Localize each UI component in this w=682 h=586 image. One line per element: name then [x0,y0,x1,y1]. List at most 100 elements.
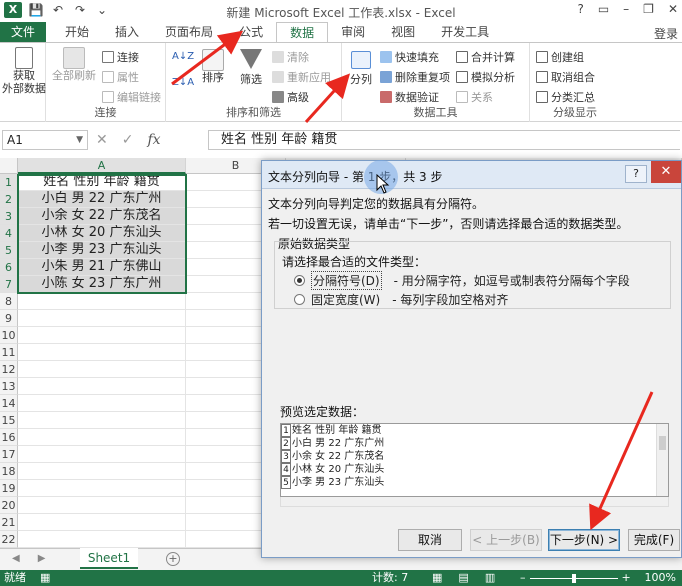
group-button[interactable]: 创建组 [536,49,584,65]
add-sheet-button[interactable]: + [166,552,180,566]
cell-a[interactable] [18,463,186,480]
cell-a[interactable] [18,497,186,514]
ungroup-button[interactable]: 取消组合 [536,69,595,85]
row-header[interactable]: 4 [0,225,18,242]
reapply-button[interactable]: 重新应用 [272,69,331,85]
name-box[interactable]: A1 ▼ [2,130,88,150]
subtotal-button[interactable]: 分类汇总 [536,89,595,105]
cell-a[interactable]: 小陈 女 23 广东广州 [18,276,186,293]
cell-a[interactable] [18,531,186,548]
relationships-button[interactable]: 关系 [456,89,493,105]
advanced-filter-button[interactable]: 高级 [272,89,309,105]
ribbon-display-button[interactable]: ▭ [598,2,609,16]
restore-button[interactable]: ❐ [643,2,654,16]
row-header[interactable]: 20 [0,497,18,514]
flash-fill-button[interactable]: 快速填充 [380,49,439,65]
cell-a[interactable] [18,378,186,395]
tab-home[interactable]: 开始 [52,22,102,42]
sheet-tab-sheet1[interactable]: Sheet1 [80,548,138,569]
text-to-columns-button[interactable]: 分列 [346,51,376,86]
row-header[interactable]: 3 [0,208,18,225]
page-break-view-icon[interactable]: ▥ [485,570,495,586]
row-header[interactable]: 18 [0,463,18,480]
cell-a[interactable] [18,293,186,310]
insert-function-icon[interactable]: fx [147,130,160,150]
cell-a[interactable]: 小李 男 23 广东汕头 [18,242,186,259]
finish-button[interactable]: 完成(F) [628,529,680,551]
row-header[interactable]: 14 [0,395,18,412]
tab-view[interactable]: 视图 [378,22,428,42]
close-button[interactable]: ✕ [668,2,678,16]
sheet-prev-icon[interactable]: ◀ [12,553,20,564]
zoom-out-button[interactable]: – [520,570,526,586]
refresh-all-button[interactable]: 全部刷新 [52,47,96,82]
sort-button[interactable]: 排序 [196,49,230,84]
page-layout-view-icon[interactable]: ▤ [458,570,468,586]
row-header[interactable]: 2 [0,191,18,208]
zoom-in-button[interactable]: + [622,570,631,586]
zoom-slider[interactable]: – + [520,570,631,586]
cell-a[interactable] [18,344,186,361]
macro-record-icon[interactable]: ▦ [40,570,50,586]
get-external-data-button[interactable]: 获取 外部数据 [2,47,46,95]
connections-button[interactable]: 连接 [102,49,139,65]
row-header[interactable]: 17 [0,446,18,463]
tab-file[interactable]: 文件 [0,22,47,42]
select-all-corner[interactable] [0,158,18,174]
what-if-analysis-button[interactable]: 模拟分析 [456,69,515,85]
enter-icon[interactable]: ✓ [122,130,134,150]
minimize-button[interactable]: – [623,2,629,16]
radio-fixed-width-dot[interactable] [294,294,305,305]
cell-a[interactable]: 小余 女 22 广东茂名 [18,208,186,225]
row-header[interactable]: 22 [0,531,18,548]
row-header[interactable]: 9 [0,310,18,327]
cell-a[interactable]: 小林 女 20 广东汕头 [18,225,186,242]
help-button[interactable]: ? [577,2,583,16]
zoom-knob[interactable] [571,573,576,583]
remove-duplicates-button[interactable]: 删除重复项 [380,69,450,85]
formula-input[interactable]: 姓名 性别 年龄 籍贯 [208,130,680,150]
radio-fixed-width[interactable]: 固定宽度(W) - 每列字段加空格对齐 [294,291,508,308]
sort-az-icon[interactable]: A↓Z [172,51,194,62]
sheet-next-icon[interactable]: ▶ [38,553,46,564]
clear-filter-button[interactable]: 清除 [272,49,309,65]
row-header[interactable]: 7 [0,276,18,293]
chevron-down-icon[interactable]: ▼ [76,131,83,149]
cell-a[interactable] [18,412,186,429]
preview-vertical-scrollbar[interactable] [656,424,668,496]
cell-a[interactable] [18,310,186,327]
tab-page-layout[interactable]: 页面布局 [152,22,226,42]
tab-insert[interactable]: 插入 [102,22,152,42]
data-validation-button[interactable]: 数据验证 [380,89,439,105]
row-header[interactable]: 8 [0,293,18,310]
row-header[interactable]: 12 [0,361,18,378]
normal-view-icon[interactable]: ▦ [432,570,442,586]
cell-a[interactable]: 小朱 男 21 广东佛山 [18,259,186,276]
cell-a[interactable] [18,446,186,463]
cancel-button[interactable]: 取消 [398,529,462,551]
data-preview[interactable]: 1 姓名 性别 年龄 籍贯 2 小白 男 22 广东广州 3 小余 女 22 广东茂名 4 小… [280,423,669,497]
dialog-help-button[interactable]: ? [625,165,647,183]
tab-formulas[interactable]: 公式 [226,22,276,42]
radio-delimited-dot[interactable] [294,275,305,286]
back-button[interactable]: < 上一步(B) [470,529,542,551]
sign-in-link[interactable]: 登录 [654,25,678,42]
row-header[interactable]: 10 [0,327,18,344]
cell-a[interactable]: 姓名 性别 年龄 籍贯 [18,174,186,191]
cell-a[interactable] [18,480,186,497]
tab-developer[interactable]: 开发工具 [428,22,502,42]
zoom-track[interactable] [529,573,618,583]
preview-horizontal-scrollbar[interactable] [280,497,669,507]
cell-a[interactable] [18,514,186,531]
row-header[interactable]: 15 [0,412,18,429]
row-header[interactable]: 6 [0,259,18,276]
consolidate-button[interactable]: 合并计算 [456,49,515,65]
row-header[interactable]: 1 [0,174,18,191]
row-header[interactable]: 11 [0,344,18,361]
row-header[interactable]: 21 [0,514,18,531]
cancel-icon[interactable]: ✕ [96,130,108,150]
cell-a[interactable]: 小白 男 22 广东广州 [18,191,186,208]
row-header[interactable]: 13 [0,378,18,395]
cell-a[interactable] [18,361,186,378]
row-header[interactable]: 19 [0,480,18,497]
